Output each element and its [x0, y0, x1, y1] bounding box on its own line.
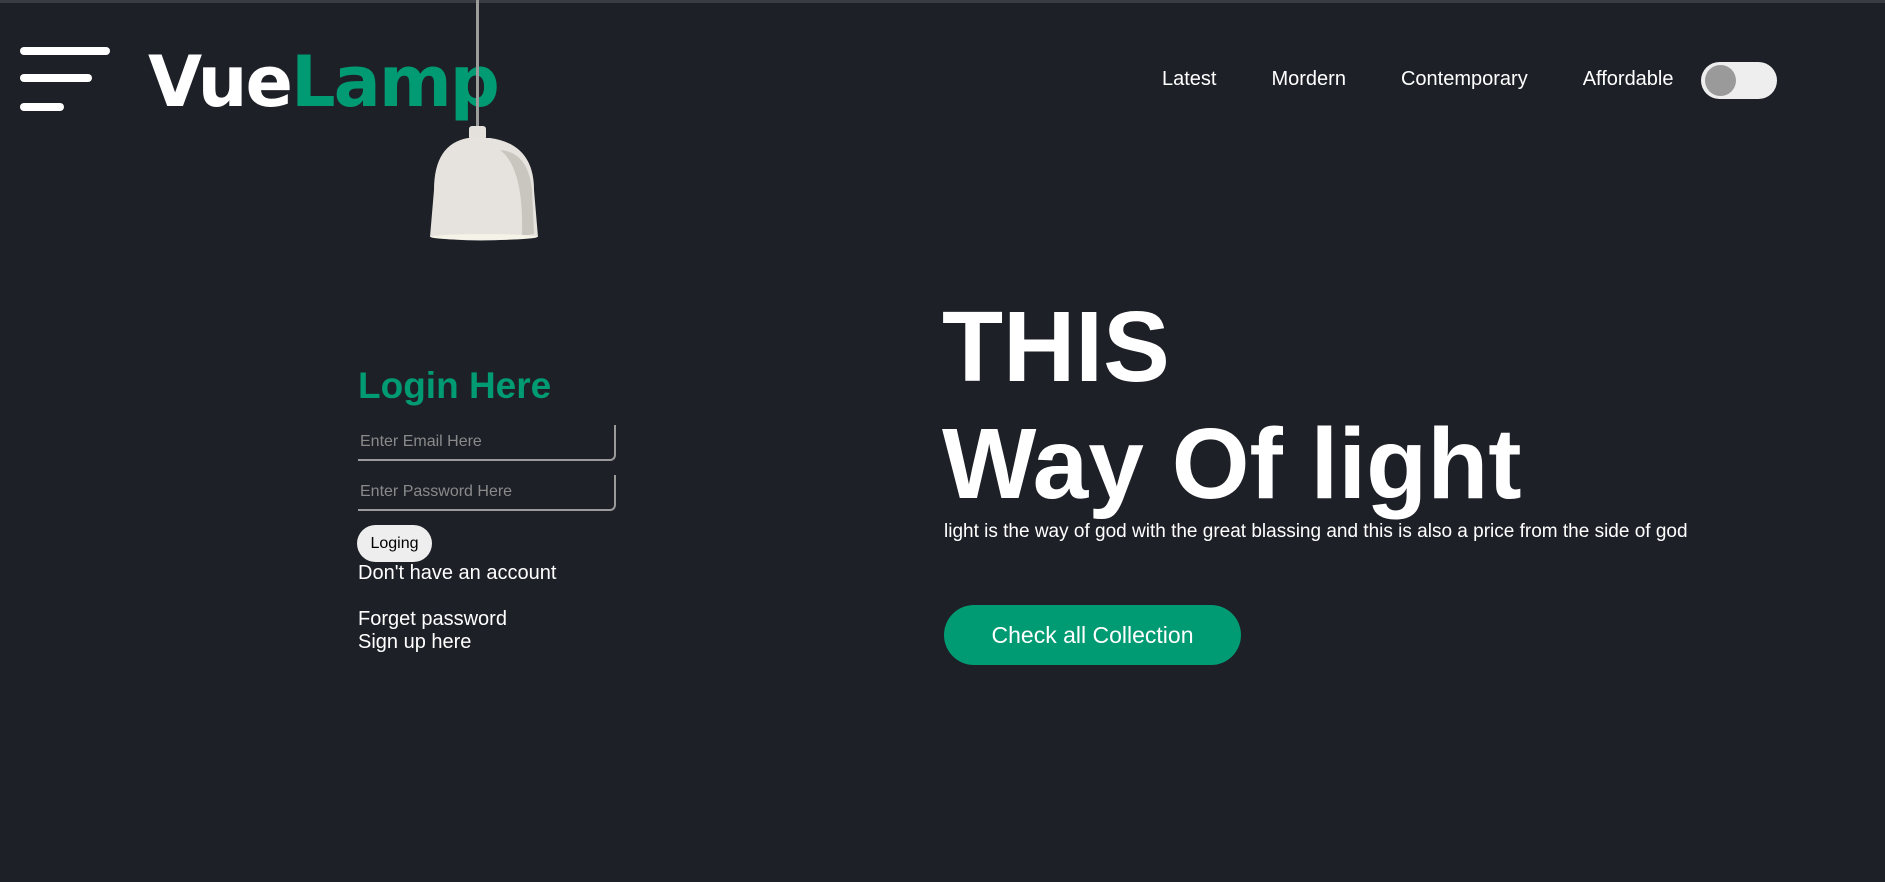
menu-bar-2 [20, 74, 92, 82]
menu-bar-1 [20, 47, 110, 55]
main-nav: Latest Mordern Contemporary Affordable [1162, 68, 1674, 91]
nav-contemporary[interactable]: Contemporary [1401, 68, 1528, 91]
pendant-lamp-image [430, 0, 538, 241]
login-button[interactable]: Loging [357, 525, 432, 562]
check-collection-button[interactable]: Check all Collection [944, 605, 1241, 665]
top-border [0, 0, 1885, 3]
hamburger-menu-icon[interactable] [20, 47, 110, 117]
nav-latest[interactable]: Latest [1162, 68, 1216, 91]
hero-heading-line2: Way Of light [942, 408, 1522, 520]
hero-description: light is the way of god with the great b… [944, 521, 1688, 542]
toggle-knob [1705, 65, 1736, 96]
forget-password-link[interactable]: Forget password [358, 608, 507, 631]
page: VueLamp Latest Mordern Contemporary Affo… [0, 0, 1885, 882]
signup-link[interactable]: Sign up here [358, 631, 471, 654]
hero-heading-line1: THIS [942, 291, 1170, 403]
no-account-text: Don't have an account [358, 562, 557, 584]
menu-bar-3 [20, 103, 64, 111]
nav-modern[interactable]: Mordern [1271, 68, 1345, 91]
theme-toggle-switch[interactable] [1701, 62, 1777, 99]
email-field[interactable] [358, 425, 616, 461]
login-title: Login Here [358, 365, 552, 406]
nav-affordable[interactable]: Affordable [1583, 68, 1674, 91]
password-field[interactable] [358, 475, 616, 511]
logo-part-vue: Vue [148, 41, 293, 123]
